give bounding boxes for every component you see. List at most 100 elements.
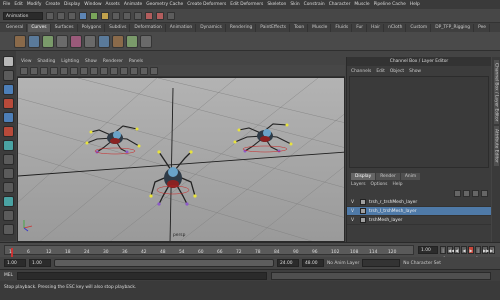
shelf-tab-toon[interactable]: Toon — [291, 23, 309, 32]
film-gate-icon[interactable] — [70, 66, 78, 75]
side-tab-attribute-editor[interactable]: Attribute Editor — [493, 126, 499, 167]
layer-menu-layers[interactable]: Layers — [351, 182, 366, 187]
xray-icon[interactable] — [150, 66, 158, 75]
smooth-shade-icon[interactable] — [100, 66, 108, 75]
menu-help[interactable]: Help — [410, 2, 420, 7]
channel-menu-show[interactable]: Show — [409, 69, 421, 74]
ipr-render-icon[interactable] — [156, 11, 164, 20]
paint-select-tool-icon[interactable] — [2, 84, 14, 95]
isolate-select-icon[interactable] — [140, 66, 148, 75]
layer-tab-anim[interactable]: Anim — [400, 173, 421, 180]
menu-create[interactable]: Create — [45, 2, 60, 7]
move-layer-down-icon[interactable] — [463, 189, 470, 197]
shelf-tab-custom[interactable]: Custom — [407, 23, 432, 32]
layer-tab-display[interactable]: Display — [351, 173, 376, 180]
play-forwards-button[interactable]: ▶ — [468, 246, 474, 254]
menu-edit-deformers[interactable]: Edit Deformers — [230, 2, 263, 7]
select-by-object-icon[interactable] — [90, 11, 98, 20]
layer-color-swatch[interactable] — [360, 208, 366, 214]
shelf-tab-painteffects[interactable]: PaintEffects — [257, 23, 291, 32]
animation-start-field[interactable]: 1.00 — [4, 259, 26, 267]
arc-tool-icon[interactable] — [56, 34, 68, 48]
go-to-end-button[interactable]: ▶| — [489, 246, 495, 254]
go-to-start-button[interactable]: |◀ — [440, 246, 446, 260]
viewport-menu-shading[interactable]: Shading — [37, 59, 55, 64]
menu-constrain[interactable]: Constrain — [304, 2, 325, 7]
new-scene-icon[interactable] — [46, 11, 54, 20]
menu-window[interactable]: Window — [84, 2, 101, 7]
menu-edit[interactable]: Edit — [14, 2, 23, 7]
detach-curves-icon[interactable] — [112, 34, 124, 48]
attach-curves-icon[interactable] — [98, 34, 110, 48]
rebuild-curve-icon[interactable] — [126, 34, 138, 48]
lasso-tool-icon[interactable] — [2, 70, 14, 81]
animation-end-field[interactable]: 48.00 — [302, 259, 324, 267]
menu-create-deformers[interactable]: Create Deformers — [187, 2, 226, 7]
viewport-menu-renderer[interactable]: Renderer — [103, 59, 123, 64]
step-back-key-button[interactable]: ◀◀ — [447, 246, 454, 254]
step-forward-key-button[interactable]: ▶▶ — [482, 246, 489, 254]
menu-animate[interactable]: Animate — [124, 2, 142, 7]
menu-display[interactable]: Display — [64, 2, 80, 7]
menu-character[interactable]: Character — [329, 2, 351, 7]
new-empty-layer-icon[interactable] — [472, 189, 479, 197]
shelf-tab-pee[interactable]: Pee — [475, 23, 491, 32]
shelf-tab-rendering[interactable]: Rendering — [227, 23, 257, 32]
spider-rig-left[interactable] — [85, 125, 141, 155]
shelf-tab-polygons[interactable]: Polygons — [79, 23, 106, 32]
menu-geometry-cache[interactable]: Geometry Cache — [146, 2, 183, 7]
bookmark-icon[interactable] — [40, 66, 48, 75]
ep-curve-tool-icon[interactable] — [28, 34, 40, 48]
layer-visibility-toggle[interactable]: V — [351, 218, 357, 223]
save-scene-icon[interactable] — [68, 11, 76, 20]
select-tool-icon[interactable] — [2, 56, 14, 67]
select-by-component-icon[interactable] — [101, 11, 109, 20]
layer-row-selected[interactable]: V trsh_l_trshMesh_layer — [347, 207, 491, 216]
channel-box-body[interactable] — [349, 76, 489, 168]
menu-modify[interactable]: Modify — [27, 2, 42, 7]
pencil-curve-tool-icon[interactable] — [42, 34, 54, 48]
playback-end-field[interactable]: 24.00 — [277, 259, 299, 267]
move-layer-up-icon[interactable] — [454, 189, 461, 197]
menu-muscle[interactable]: Muscle — [354, 2, 369, 7]
circle-icon[interactable] — [70, 34, 82, 48]
shelf-tab-muscle[interactable]: Muscle — [309, 23, 332, 32]
menu-skeleton[interactable]: Skeleton — [267, 2, 286, 7]
layer-menu-options[interactable]: Options — [371, 182, 388, 187]
time-slider-track[interactable]: 1 6 12 18 24 30 36 42 48 54 60 66 72 78 … — [4, 245, 414, 258]
viewport-menu-show[interactable]: Show — [85, 59, 97, 64]
shelf-tab-surfaces[interactable]: Surfaces — [52, 23, 78, 32]
side-tab-channel-box[interactable]: Channel Box / Layer Editor — [493, 60, 499, 125]
menu-skin[interactable]: Skin — [290, 2, 299, 7]
spider-rig-right[interactable] — [233, 123, 293, 153]
rotate-tool-icon[interactable] — [2, 112, 14, 123]
shelf-tab-curves[interactable]: Curves — [28, 23, 51, 32]
snap-grid-icon[interactable] — [112, 11, 120, 20]
range-slider-bar[interactable] — [54, 259, 274, 267]
move-tool-icon[interactable] — [2, 98, 14, 109]
cv-curve-tool-icon[interactable] — [14, 34, 26, 48]
layer-visibility-toggle[interactable]: V — [351, 200, 357, 205]
viewport-menu-view[interactable]: View — [21, 59, 31, 64]
shelf-tab-subdivs[interactable]: Subdivs — [106, 23, 131, 32]
spider-rig-center[interactable] — [149, 150, 197, 206]
show-manipulator-icon[interactable] — [2, 168, 14, 179]
perspective-viewport[interactable]: persp — [17, 77, 345, 242]
command-input[interactable] — [17, 271, 268, 280]
layer-row[interactable]: V trsh_r_trshMesh_layer — [347, 198, 491, 207]
outliner-layout-icon[interactable] — [2, 224, 14, 235]
play-backwards-button[interactable]: ◀ — [461, 246, 467, 254]
use-all-lights-icon[interactable] — [120, 66, 128, 75]
shelf-tab-rigging[interactable]: DP_TFP_Rigging — [432, 23, 475, 32]
shelf-tab-fluids[interactable]: Fluids — [332, 23, 353, 32]
scale-tool-icon[interactable] — [2, 126, 14, 137]
open-scene-icon[interactable] — [57, 11, 65, 20]
textured-icon[interactable] — [110, 66, 118, 75]
shelf-tab-dynamics[interactable]: Dynamics — [197, 23, 226, 32]
snap-point-icon[interactable] — [134, 11, 142, 20]
reverse-curve-icon[interactable] — [140, 34, 152, 48]
shelf-tab-deformation[interactable]: Deformation — [131, 23, 166, 32]
last-tool-icon[interactable] — [2, 182, 14, 193]
render-settings-icon[interactable] — [167, 11, 175, 20]
shelf-tab-fur[interactable]: Fur — [353, 23, 368, 32]
